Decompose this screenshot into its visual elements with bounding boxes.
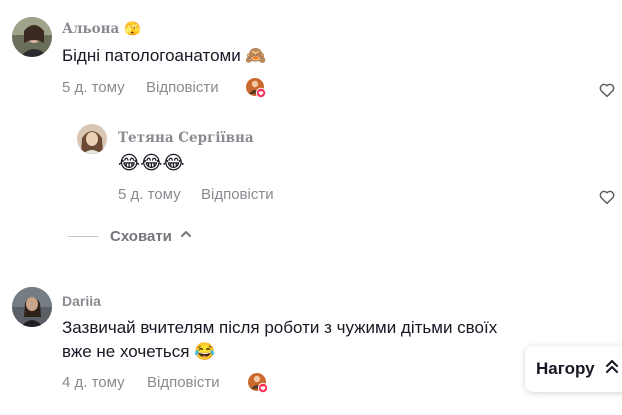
back-to-top-button[interactable]: Нагору	[525, 346, 622, 392]
hide-replies-label: Сховати	[110, 227, 172, 245]
arrow-up-icon	[605, 359, 619, 380]
comment-text: 😂😂😂	[118, 152, 185, 174]
back-to-top-label: Нагору	[536, 359, 595, 378]
reply-button[interactable]: Відповісти	[146, 79, 219, 96]
comment-username[interactable]: Тетяна Сергіївна	[118, 130, 254, 146]
heart-outline-icon[interactable]	[598, 81, 616, 99]
comment-text-line-1: Зазвичай вчителям після роботи з чужими …	[62, 318, 498, 337]
divider-line	[68, 235, 98, 237]
creator-liked-badge-icon	[247, 372, 269, 394]
comment-username[interactable]: Альона 🫣	[62, 21, 141, 37]
comment-text-line-2: вже не хочеться 😂	[62, 342, 216, 361]
comment-date: 5 д. тому	[118, 186, 181, 203]
reply-button[interactable]: Відповісти	[201, 186, 274, 203]
comment-text: Бідні патологоанатоми 🙈	[62, 43, 267, 69]
chevron-up-icon	[180, 227, 192, 245]
comment-date: 4 д. тому	[62, 374, 125, 391]
comment-username[interactable]: Dariia	[62, 293, 101, 309]
heart-outline-icon[interactable]	[598, 188, 616, 206]
creator-liked-badge-icon	[245, 77, 267, 99]
comment-text-content: Бідні патологоанатоми 🙈	[62, 46, 267, 65]
hide-replies-button[interactable]: Сховати	[68, 227, 192, 245]
avatar[interactable]	[12, 287, 52, 327]
reply-button[interactable]: Відповісти	[147, 374, 220, 391]
comment-date: 5 д. тому	[62, 79, 125, 96]
avatar[interactable]	[12, 17, 52, 57]
avatar[interactable]	[77, 124, 107, 154]
